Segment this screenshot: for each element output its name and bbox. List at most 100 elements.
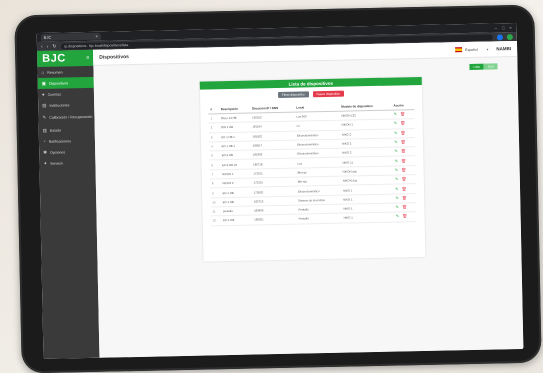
table-cell: 3	[208, 132, 220, 142]
devices-card: Lista de dispositivos Filtrar dispositiv…	[199, 76, 426, 262]
sidebar-item-label: Resumen	[47, 69, 63, 75]
spain-flag-icon	[454, 47, 463, 53]
filter-device-button[interactable]: Filtrar dispositivo	[277, 91, 309, 98]
delete-icon[interactable]: 🗑	[402, 186, 407, 191]
view-toggle: Lista Grid	[469, 63, 498, 70]
user-name[interactable]: NAMBI	[496, 46, 511, 51]
table-cell: 1	[208, 113, 220, 124]
sidebar-item-label: Opciones	[49, 149, 66, 155]
edit-icon[interactable]: ✎	[396, 205, 399, 210]
view-toggle-list[interactable]: Lista	[469, 63, 484, 70]
table-cell: EC-1 HB	[221, 215, 253, 226]
row-actions: ✎ 🗑	[392, 165, 416, 176]
sidebar-item-label: Notificaciones	[48, 138, 72, 144]
user-icon: ●	[41, 91, 45, 97]
browser-tab-title: BJC	[43, 34, 52, 40]
row-actions: ✎ 🗑	[392, 146, 416, 157]
view-toggle-grid[interactable]: Grid	[483, 63, 498, 70]
card-header: Lista de dispositivos	[199, 76, 422, 90]
row-actions: ✎ 🗑	[393, 202, 417, 213]
sidebar-item-label: Dispositivos	[48, 80, 69, 86]
delete-icon[interactable]: 🗑	[401, 167, 406, 172]
table-cell: 12	[210, 215, 222, 226]
row-actions: ✎ 🗑	[392, 174, 416, 185]
sidebar-item-servicio[interactable]: ✦ Servicio	[39, 157, 95, 169]
table-cell: 11	[210, 206, 222, 217]
menu-toggle-icon[interactable]: ≡	[86, 55, 89, 61]
table-cell: 2	[208, 123, 220, 133]
edit-icon[interactable]: ✎	[395, 195, 398, 200]
tablet-screen: BJC × – □ × ‹ › ↻ ip.dispositivos · bjc.…	[36, 22, 524, 359]
home-icon: ⌂	[41, 69, 45, 75]
table-cell: 5	[209, 150, 220, 161]
browser-tab[interactable]: BJC ×	[40, 32, 101, 41]
row-actions: ✎ 🗑	[393, 193, 417, 204]
tool-icon: ✎	[42, 114, 47, 120]
edit-icon[interactable]: ✎	[395, 167, 398, 172]
main-content: Dispositivos Español ▾ NAMBI Lista Grid	[93, 40, 524, 358]
edit-icon[interactable]: ✎	[394, 112, 397, 117]
table-cell: 6	[209, 160, 221, 170]
sidebar-item-label: Estado	[49, 128, 62, 133]
row-actions: ✎ 🗑	[392, 156, 416, 166]
delete-icon[interactable]: 🗑	[400, 121, 405, 126]
minimize-icon[interactable]: –	[495, 25, 497, 30]
sidebar-item-calibracion[interactable]: ✎ Calibración / Recuperación	[38, 110, 94, 125]
forward-icon[interactable]: ›	[47, 43, 49, 49]
table-cell: 4	[208, 141, 220, 152]
row-actions: ✎ 🗑	[393, 211, 417, 222]
device-icon: ▣	[41, 80, 47, 86]
edit-icon[interactable]: ✎	[394, 149, 397, 154]
table-cell: 180921	[252, 214, 297, 225]
delete-icon[interactable]: 🗑	[402, 214, 407, 219]
maximize-icon[interactable]: □	[502, 25, 505, 30]
edit-icon[interactable]: ✎	[395, 186, 398, 191]
table-cell: 8	[209, 178, 221, 189]
edit-icon[interactable]: ✎	[396, 214, 399, 219]
row-actions: ✎ 🗑	[391, 109, 415, 120]
delete-icon[interactable]: 🗑	[401, 149, 406, 154]
sidebar-item-label: Cuentas	[47, 92, 62, 97]
sidebar-item-label: Calibración / Recuperación	[49, 114, 93, 120]
column-header: #	[208, 105, 219, 114]
delete-icon[interactable]: 🗑	[402, 195, 407, 200]
edit-icon[interactable]: ✎	[394, 121, 397, 126]
app-root: BJC ≡ ⌂ Resumen ▣ Dispositivos ● Cuentas	[37, 40, 524, 359]
edit-icon[interactable]: ✎	[395, 158, 398, 163]
language-selector[interactable]: Español ▾	[454, 47, 489, 53]
chevron-down-icon: ▾	[486, 47, 489, 52]
scene-background: BJC × – □ × ‹ › ↻ ip.dispositivos · bjc.…	[0, 0, 543, 373]
chart-icon: ▥	[42, 127, 48, 133]
table-cell: NIKO 1	[341, 212, 394, 223]
bell-icon: ◔	[42, 138, 46, 144]
new-device-button[interactable]: Nuevo dispositivo	[312, 90, 345, 98]
edit-icon[interactable]: ✎	[394, 130, 397, 135]
tablet-device: BJC × – □ × ‹ › ↻ ip.dispositivos · bjc.…	[14, 4, 542, 373]
delete-icon[interactable]: 🗑	[401, 139, 406, 144]
card-actions: Filtrar dispositivo Nuevo dispositivo	[200, 89, 422, 100]
row-actions: ✎ 🗑	[393, 183, 417, 194]
edit-icon[interactable]: ✎	[395, 177, 398, 182]
delete-icon[interactable]: 🗑	[401, 177, 406, 182]
reload-icon[interactable]: ↻	[52, 43, 56, 49]
extension-icon[interactable]	[496, 33, 503, 40]
sidebar-item-label: Servicio	[50, 160, 64, 166]
profile-icon[interactable]	[506, 33, 513, 40]
url-text: ip.dispositivos · bjc.local/dispositivos…	[64, 42, 129, 48]
table-cell: 10	[210, 197, 221, 207]
delete-icon[interactable]: 🗑	[401, 158, 406, 163]
edit-icon[interactable]: ✎	[394, 140, 397, 145]
back-icon[interactable]: ‹	[41, 43, 43, 49]
card-title: Lista de dispositivos	[288, 80, 334, 87]
delete-icon[interactable]: 🗑	[400, 111, 405, 116]
table-cell: 9	[209, 188, 221, 198]
language-label: Español	[464, 47, 478, 52]
delete-icon[interactable]: 🗑	[400, 130, 405, 135]
delete-icon[interactable]: 🗑	[402, 204, 407, 209]
close-window-icon[interactable]: ×	[509, 25, 511, 30]
wrench-icon: ✦	[43, 160, 48, 166]
close-tab-icon[interactable]: ×	[95, 34, 97, 39]
row-actions: ✎ 🗑	[391, 118, 415, 129]
row-actions: ✎ 🗑	[392, 137, 416, 148]
building-icon: ▤	[42, 102, 47, 108]
